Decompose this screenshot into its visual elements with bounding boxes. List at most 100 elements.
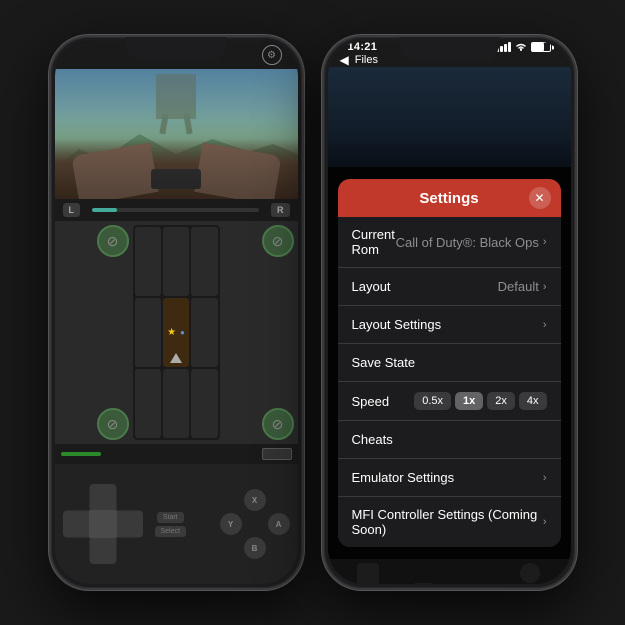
game-grid: ★ ● [133, 225, 220, 440]
layout-settings-arrow: › [543, 319, 547, 331]
grid-cell-3 [135, 298, 161, 367]
phone2-power-button[interactable] [576, 132, 577, 172]
phone1: ⚙ [49, 35, 304, 590]
speed-btn-4x[interactable]: 4x [519, 392, 547, 410]
r-button[interactable]: R [271, 203, 290, 217]
grid-cell-0 [135, 227, 161, 296]
phone2-screen: 14:21 [328, 41, 571, 584]
controls-top-bar: L R [55, 199, 298, 221]
phone2-dpad[interactable] [336, 563, 401, 584]
nav-title: Files [355, 54, 378, 66]
select-button[interactable]: Select [155, 526, 186, 537]
grid-cell-8 [191, 369, 217, 438]
settings-close-button[interactable]: ✕ [529, 187, 551, 209]
no-sign-icon-4: ⊘ [272, 416, 284, 433]
y-button[interactable]: Y [220, 513, 242, 535]
settings-row-emulator[interactable]: Emulator Settings › [338, 459, 561, 497]
action-btn-2[interactable]: ⊘ [97, 408, 129, 440]
signal-bar-3 [504, 44, 507, 52]
phone2-start-select: Str Sel [413, 583, 435, 584]
settings-row-layout-settings[interactable]: Layout Settings › [338, 306, 561, 344]
layout-arrow: › [543, 281, 547, 293]
battery-fill [532, 43, 545, 51]
start-button[interactable]: Start [157, 512, 184, 523]
settings-modal: Settings ✕ Current Rom Call of Duty®: Bl… [338, 179, 561, 547]
abxy-cluster: X Y A B [220, 489, 290, 559]
signal-bar-2 [500, 46, 503, 52]
green-indicator [61, 452, 101, 456]
action-btn-4[interactable]: ⊘ [262, 408, 294, 440]
volume-up-button[interactable] [49, 117, 50, 145]
volume-down-button[interactable] [49, 152, 50, 180]
controls-mid-row [55, 444, 298, 464]
status-time: 14:21 [348, 41, 378, 53]
game-controls: L R ⊘ ⊘ [55, 199, 298, 584]
phone2-dpad-v [357, 563, 379, 584]
power-button[interactable] [303, 132, 304, 172]
no-sign-icon-2: ⊘ [107, 416, 119, 433]
cheats-label: Cheats [352, 432, 547, 447]
phone2: 14:21 [322, 35, 577, 590]
status-icons [496, 42, 551, 52]
phone2-abxy [498, 563, 563, 584]
current-rom-arrow: › [543, 236, 547, 248]
grid-cell-6 [135, 369, 161, 438]
wifi-icon [515, 42, 527, 52]
settings-row-current-rom[interactable]: Current Rom Call of Duty®: Black Ops › [338, 217, 561, 268]
phone2-start[interactable]: Str [413, 583, 434, 584]
speed-btn-2x[interactable]: 2x [487, 392, 515, 410]
grid-cell-5 [191, 298, 217, 367]
phone2-bottom-controls: Str Sel [328, 559, 571, 584]
current-rom-label: Current Rom [352, 227, 396, 257]
x-button[interactable]: X [244, 489, 266, 511]
emulator-label: Emulator Settings [352, 470, 543, 485]
speed-btn-1x[interactable]: 1x [455, 392, 483, 410]
grid-cell-7 [163, 369, 189, 438]
l-button[interactable]: L [63, 203, 81, 217]
phone2-game-bg [328, 67, 571, 167]
emulator-arrow: › [543, 472, 547, 484]
current-rom-value: Call of Duty®: Black Ops [396, 235, 539, 250]
notch [126, 37, 226, 61]
speed-label: Speed [352, 394, 415, 409]
action-btn-1[interactable]: ⊘ [97, 225, 129, 257]
triangle-icon [170, 353, 182, 363]
game-viewport [55, 69, 298, 199]
health-fill [92, 208, 117, 212]
dpad[interactable] [63, 484, 143, 564]
controls-mid: ⊘ ⊘ [55, 221, 298, 444]
phone2-notch [399, 37, 499, 61]
b-button[interactable]: B [244, 537, 266, 559]
right-action-buttons: ⊘ ⊘ [224, 225, 294, 440]
settings-row-mfi[interactable]: MFI Controller Settings (Coming Soon) › [338, 497, 561, 547]
settings-row-save-state[interactable]: Save State [338, 344, 561, 382]
star-icon: ★ [167, 327, 176, 338]
mfi-label: MFI Controller Settings (Coming Soon) [352, 507, 543, 537]
phone2-volume-down-button[interactable] [322, 152, 323, 180]
settings-row-cheats[interactable]: Cheats [338, 421, 561, 459]
mini-display [262, 448, 292, 460]
a-button[interactable]: A [268, 513, 290, 535]
mfi-arrow: › [543, 516, 547, 528]
close-icon: ✕ [534, 191, 544, 205]
health-bar [92, 208, 259, 212]
no-sign-icon-3: ⊘ [272, 233, 284, 250]
signal-bar-4 [508, 42, 511, 52]
dot-icon: ● [180, 328, 185, 337]
scene-vignette [55, 69, 298, 199]
grid-cell-1 [163, 227, 189, 296]
controls-bottom: Start Select X Y A B [55, 464, 298, 584]
phone2-x-button[interactable] [520, 563, 540, 583]
grid-cell-center: ★ ● [163, 298, 189, 367]
settings-button[interactable]: ⚙ [262, 45, 282, 65]
action-btn-3[interactable]: ⊘ [262, 225, 294, 257]
phone2-volume-up-button[interactable] [322, 117, 323, 145]
settings-row-layout[interactable]: Layout Default › [338, 268, 561, 306]
layout-value: Default [498, 279, 539, 294]
speed-btn-0.5x[interactable]: 0.5x [414, 392, 451, 410]
back-button[interactable]: ◀ [340, 53, 349, 67]
gear-icon: ⚙ [267, 50, 276, 61]
settings-overlay: Settings ✕ Current Rom Call of Duty®: Bl… [328, 167, 571, 559]
save-state-label: Save State [352, 355, 547, 370]
phone1-screen: ⚙ [55, 41, 298, 584]
